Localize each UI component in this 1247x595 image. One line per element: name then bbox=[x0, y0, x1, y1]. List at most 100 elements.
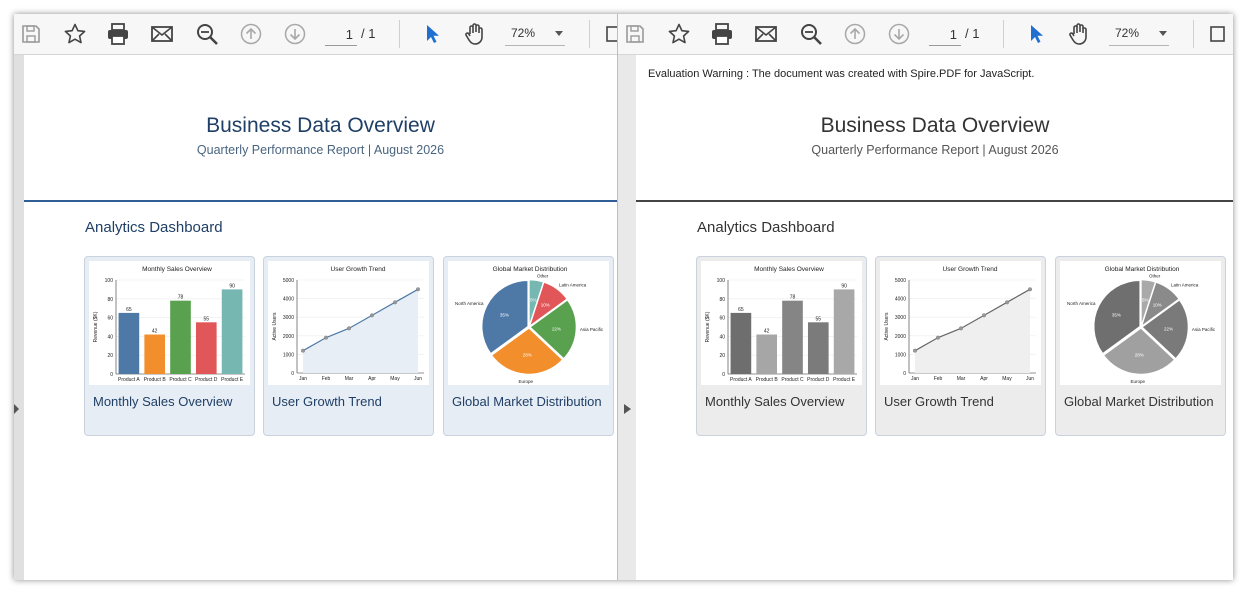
x-tick-label: Feb bbox=[322, 376, 331, 382]
bar-chart-svg: Monthly Sales Overview 0 20 40 60 80 100 Revenu… bbox=[705, 266, 857, 383]
x-tick-label: Product C bbox=[169, 377, 192, 383]
card-caption: User Growth Trend bbox=[272, 394, 382, 409]
document-subtitle: Quarterly Performance Report | August 20… bbox=[196, 143, 445, 157]
line-chart-svg: User Growth Trend 0 1000 2000 3000 4000 5000 Ac… bbox=[272, 266, 424, 382]
slice-percent-label: 22% bbox=[552, 327, 561, 332]
data-label: 55 bbox=[204, 316, 210, 322]
toolbar-divider bbox=[589, 20, 590, 48]
pie-chart: Global Market Distribution 5% Other 10% Lati… bbox=[1060, 261, 1221, 385]
more-tools-icon[interactable] bbox=[600, 20, 617, 48]
right-gutter bbox=[618, 55, 636, 580]
pan-hand-icon[interactable] bbox=[461, 20, 489, 48]
viewer-toolbar: / 1 72% bbox=[618, 14, 1233, 55]
slice-percent-label: 28% bbox=[523, 353, 532, 358]
chart-title: Global Market Distribution bbox=[1105, 266, 1180, 273]
chart-card-market: Global Market Distribution 5% Other 10% Lati… bbox=[443, 256, 614, 436]
y-tick-label: 4000 bbox=[283, 297, 294, 303]
line-chart: User Growth Trend 0 1000 2000 3000 4000 5000 Ac… bbox=[268, 261, 429, 385]
bookmark-star-icon[interactable] bbox=[665, 20, 693, 48]
page-number-input[interactable] bbox=[929, 23, 961, 46]
y-axis-label: Revenue ($K) bbox=[705, 311, 711, 342]
select-pointer-icon[interactable] bbox=[1022, 20, 1050, 48]
chart-card-market: Global Market Distribution 5% Other 10% Lati… bbox=[1055, 256, 1226, 436]
y-tick-label: 40 bbox=[719, 334, 725, 340]
data-point bbox=[324, 335, 329, 340]
expand-arrow-icon[interactable] bbox=[624, 404, 631, 414]
save-icon[interactable] bbox=[17, 20, 45, 48]
bar bbox=[807, 322, 829, 374]
search-icon[interactable] bbox=[797, 20, 825, 48]
data-label: 55 bbox=[816, 316, 822, 322]
email-icon[interactable] bbox=[752, 20, 780, 48]
y-tick-label: 4000 bbox=[895, 297, 906, 303]
next-page-icon[interactable] bbox=[885, 20, 913, 48]
y-axis-label: Active Users bbox=[272, 312, 278, 341]
search-icon[interactable] bbox=[193, 20, 221, 48]
save-icon[interactable] bbox=[621, 20, 649, 48]
data-point bbox=[1004, 300, 1009, 305]
pdf-compare-window: / 1 72% Business Data Overview Quarterly… bbox=[14, 14, 1233, 580]
data-label: 42 bbox=[764, 329, 770, 335]
y-tick-label: 3000 bbox=[283, 315, 294, 321]
bar bbox=[221, 289, 243, 374]
zoom-select[interactable]: 72% bbox=[1109, 23, 1169, 46]
page-number-input[interactable] bbox=[325, 23, 357, 46]
print-icon[interactable] bbox=[104, 20, 132, 48]
slice-label: North America bbox=[1067, 301, 1096, 306]
chart-title: Monthly Sales Overview bbox=[142, 266, 212, 273]
bar-chart-svg: Monthly Sales Overview 0 20 40 60 80 100 Revenu… bbox=[93, 266, 245, 383]
chart-title: Monthly Sales Overview bbox=[754, 266, 824, 273]
select-pointer-icon[interactable] bbox=[418, 20, 446, 48]
chart-title: Global Market Distribution bbox=[493, 266, 568, 273]
zoom-select[interactable]: 72% bbox=[505, 23, 565, 46]
bar bbox=[782, 300, 803, 374]
bookmark-star-icon[interactable] bbox=[61, 20, 89, 48]
data-label: 42 bbox=[152, 329, 158, 335]
slice-percent-label: 35% bbox=[500, 312, 509, 317]
slice-percent-label: 5% bbox=[1142, 298, 1149, 303]
chevron-down-icon bbox=[1159, 31, 1167, 36]
x-tick-label: Jun bbox=[1026, 376, 1034, 382]
x-tick-label: Product C bbox=[781, 377, 804, 383]
slice-label: Other bbox=[537, 274, 549, 279]
data-point bbox=[958, 326, 963, 331]
chart-card-sales: Monthly Sales Overview 0 20 40 60 80 100 Revenu… bbox=[84, 256, 255, 436]
expand-arrow-icon[interactable] bbox=[14, 404, 19, 414]
data-label: 90 bbox=[229, 283, 235, 289]
slice-label: North America bbox=[455, 301, 484, 306]
x-tick-label: Product A bbox=[730, 377, 752, 383]
y-tick-label: 80 bbox=[719, 297, 725, 303]
print-icon[interactable] bbox=[708, 20, 736, 48]
y-axis-label: Revenue ($K) bbox=[93, 311, 99, 342]
x-tick-label: May bbox=[1002, 376, 1012, 382]
pan-hand-icon[interactable] bbox=[1065, 20, 1093, 48]
previous-page-icon[interactable] bbox=[841, 20, 869, 48]
x-tick-label: Jan bbox=[299, 376, 307, 382]
bar bbox=[730, 312, 752, 374]
zoom-value: 72% bbox=[1115, 26, 1140, 40]
section-heading: Analytics Dashboard bbox=[697, 219, 835, 236]
email-icon[interactable] bbox=[148, 20, 176, 48]
slice-percent-label: 10% bbox=[541, 303, 550, 308]
slice-percent-label: 10% bbox=[1153, 303, 1162, 308]
x-tick-label: Mar bbox=[957, 376, 966, 382]
x-tick-label: Product E bbox=[221, 377, 244, 383]
y-tick-label: 100 bbox=[105, 278, 114, 284]
bar bbox=[756, 334, 778, 374]
y-tick-label: 60 bbox=[107, 316, 113, 322]
data-point bbox=[415, 287, 420, 292]
page-total-label: / 1 bbox=[965, 26, 980, 41]
y-tick-label: 5000 bbox=[283, 278, 294, 284]
data-point bbox=[936, 335, 941, 340]
y-tick-label: 3000 bbox=[895, 315, 906, 321]
pie-chart-svg: Global Market Distribution 5% Other 10% Lati… bbox=[1067, 266, 1216, 384]
left-gutter bbox=[14, 55, 24, 580]
header-rule bbox=[636, 200, 1233, 202]
toolbar-divider bbox=[1193, 20, 1194, 48]
more-tools-icon[interactable] bbox=[1204, 20, 1232, 48]
next-page-icon[interactable] bbox=[281, 20, 309, 48]
bar bbox=[195, 322, 217, 374]
previous-page-icon[interactable] bbox=[237, 20, 265, 48]
card-caption: Global Market Distribution bbox=[1064, 394, 1214, 409]
bar bbox=[118, 312, 140, 374]
